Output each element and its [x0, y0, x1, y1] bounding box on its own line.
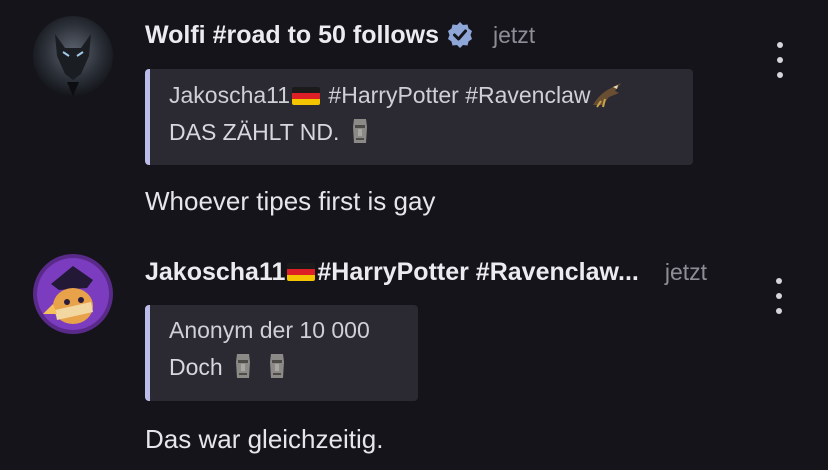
avatar-jakoscha[interactable]: [33, 254, 113, 334]
message-header: Jakoscha11 #HarryPotter #Ravenclaw... je…: [145, 257, 707, 287]
more-options-button[interactable]: [768, 278, 790, 314]
quote-text-row: DAS ZÄHLT ND.: [169, 117, 675, 146]
more-options-button[interactable]: [770, 42, 790, 78]
author-name[interactable]: Wolfi #road to 50 follows: [145, 21, 439, 50]
quote-text: Doch: [169, 354, 223, 380]
timestamp: jetzt: [664, 258, 708, 285]
author-name-suffix[interactable]: #HarryPotter #Ravenclaw...: [317, 258, 638, 287]
germany-flag-icon: [292, 87, 321, 105]
moai-emoji-icon: [352, 119, 367, 143]
message-text: Whoever tipes first is gay: [145, 186, 436, 216]
more-vertical-icon: [777, 42, 783, 48]
quoted-message[interactable]: Jakoscha11 #HarryPotter #Ravenclaw DAS Z…: [145, 69, 693, 165]
verified-badge-icon: [448, 22, 473, 48]
moai-emoji-icon: [270, 354, 285, 378]
message-1: Wolfi #road to 50 follows jetzt Jakoscha…: [0, 0, 828, 240]
quote-author-name: Jakoscha11: [169, 82, 291, 108]
message-text: Das war gleichzeitig.: [145, 424, 384, 454]
timestamp: jetzt: [493, 21, 536, 48]
quote-text-row: Doch: [169, 352, 400, 381]
quoted-message[interactable]: Anonym der 10 000 Doch: [145, 305, 418, 401]
quote-text: DAS ZÄHLT ND.: [169, 119, 340, 145]
quote-author-suffix: #HarryPotter #Ravenclaw: [322, 82, 591, 108]
more-vertical-icon: [776, 278, 782, 284]
author-name[interactable]: Jakoscha11: [145, 258, 285, 287]
germany-flag-icon: [287, 263, 316, 281]
eagle-emoji-icon: [592, 83, 621, 108]
message-2: Jakoscha11 #HarryPotter #Ravenclaw... je…: [0, 240, 828, 470]
avatar-wolf[interactable]: [33, 16, 113, 96]
quote-author: Anonym der 10 000: [169, 317, 370, 343]
moai-emoji-icon: [236, 354, 251, 378]
message-header: Wolfi #road to 50 follows jetzt: [145, 20, 535, 50]
quote-author: Jakoscha11 #HarryPotter #Ravenclaw: [169, 81, 675, 109]
